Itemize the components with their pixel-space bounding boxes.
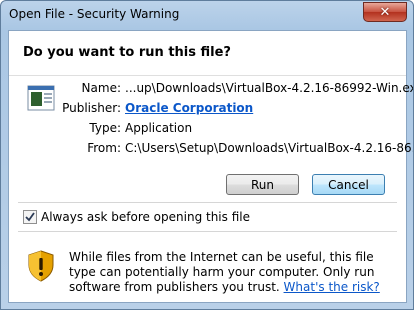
type-label: Type:	[89, 121, 121, 135]
checkmark-icon	[25, 212, 35, 222]
divider	[18, 231, 397, 232]
always-ask-checkbox[interactable]	[23, 210, 37, 224]
close-button[interactable]: ✕	[363, 2, 407, 22]
security-warning-window: Open File - Security Warning ✕ Do you wa…	[0, 0, 414, 310]
from-row: From: C:\Users\Setup\Downloads\VirtualBo…	[9, 141, 413, 157]
title-bar[interactable]: Open File - Security Warning ✕	[1, 1, 413, 29]
publisher-label: Publisher:	[62, 101, 121, 115]
cancel-button[interactable]: Cancel	[312, 174, 385, 195]
dialog-header: Do you want to run this file?	[9, 31, 406, 76]
from-value: C:\Users\Setup\Downloads\VirtualBox-4.2.…	[125, 141, 414, 155]
warning-message: While files from the Internet can be use…	[69, 250, 389, 295]
type-value: Application	[125, 121, 193, 135]
publisher-link[interactable]: Oracle Corporation	[125, 101, 253, 115]
from-label: From:	[87, 141, 121, 155]
dialog-body: Do you want to run this file? Name: ...u…	[8, 30, 413, 303]
window-title: Open File - Security Warning	[9, 7, 180, 21]
shield-warning-icon	[28, 250, 54, 282]
warning-panel: While files from the Internet can be use…	[9, 236, 406, 302]
type-row: Type: Application	[9, 121, 406, 137]
publisher-row: Publisher: Oracle Corporation	[9, 101, 406, 117]
name-label: Name:	[81, 81, 121, 95]
whats-the-risk-link[interactable]: What's the risk?	[284, 280, 380, 294]
run-button[interactable]: Run	[226, 174, 299, 195]
divider	[18, 202, 397, 203]
always-ask-option[interactable]: Always ask before opening this file	[23, 209, 250, 225]
name-value: ...up\Downloads\VirtualBox-4.2.16-86992-…	[125, 81, 414, 95]
name-row: Name: ...up\Downloads\VirtualBox-4.2.16-…	[9, 81, 413, 97]
always-ask-label: Always ask before opening this file	[41, 210, 250, 224]
dialog-heading: Do you want to run this file?	[23, 45, 231, 60]
close-icon: ✕	[379, 4, 391, 20]
